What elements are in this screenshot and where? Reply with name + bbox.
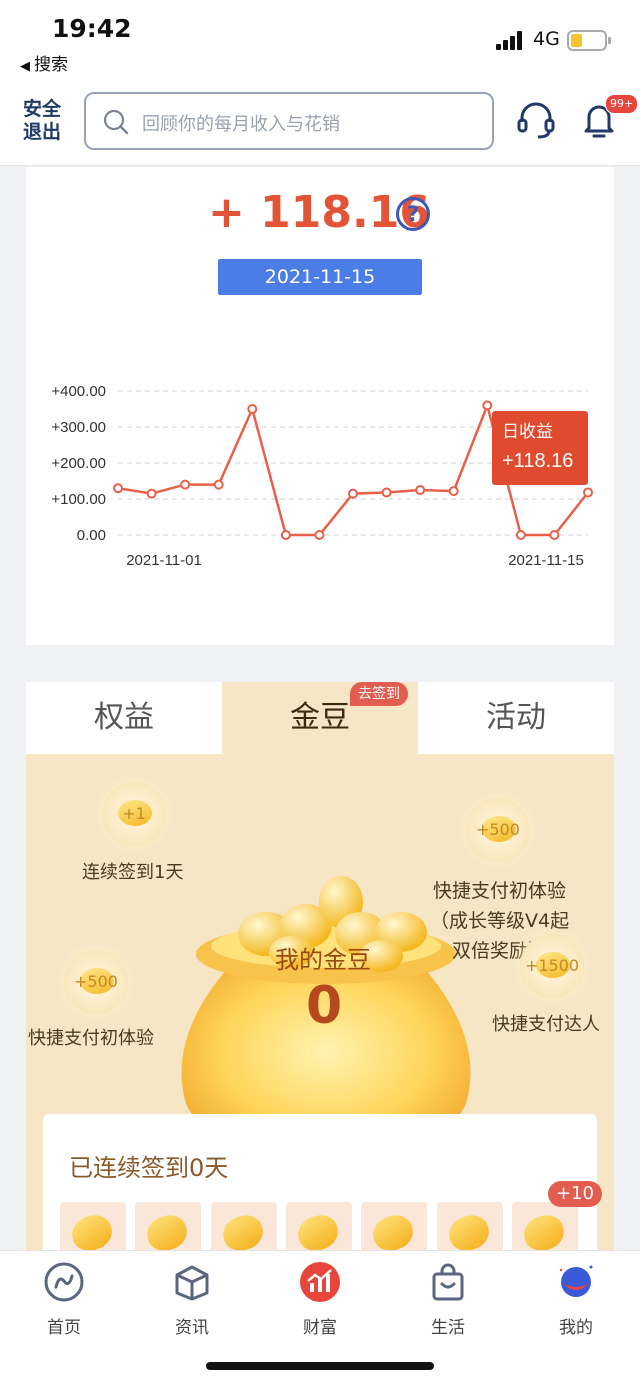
y-tick-label: 0.00 bbox=[77, 527, 106, 544]
status-time: 19:42 bbox=[52, 14, 132, 43]
search-icon bbox=[103, 109, 129, 135]
streak-bonus-badge: +10 bbox=[548, 1181, 602, 1207]
battery-icon bbox=[567, 30, 611, 51]
nav-mine[interactable]: 我的 bbox=[536, 1261, 616, 1338]
nav-mine-label: 我的 bbox=[559, 1318, 593, 1338]
data-point bbox=[213, 479, 224, 490]
help-icon[interactable]: ? bbox=[396, 197, 430, 231]
earnings-line-chart[interactable]: +400.00 +300.00 +200.00 +100.00 0.00 2021-11-… bbox=[26, 367, 614, 577]
home-indicator bbox=[206, 1362, 434, 1370]
planet-avatar-icon bbox=[559, 1265, 593, 1297]
selected-date[interactable]: 2021-11-15 bbox=[218, 259, 422, 295]
nav-life[interactable]: 生活 bbox=[408, 1261, 488, 1338]
nav-home[interactable]: 首页 bbox=[24, 1261, 104, 1338]
tab-activities[interactable]: 活动 bbox=[418, 682, 614, 754]
checkin-streak-card: 已连续签到0天 bbox=[43, 1114, 597, 1254]
data-point bbox=[448, 486, 459, 497]
data-point bbox=[314, 530, 325, 540]
shopping-bag-icon bbox=[432, 1263, 464, 1301]
checkin-day-5[interactable] bbox=[361, 1202, 427, 1254]
back-label: 搜索 bbox=[34, 55, 68, 75]
news-box-icon bbox=[175, 1265, 209, 1301]
data-point bbox=[381, 487, 392, 498]
home-icon bbox=[44, 1262, 84, 1302]
reward-label-quickpay-master: 快捷支付达人 bbox=[492, 1014, 600, 1035]
nav-home-label: 首页 bbox=[47, 1318, 81, 1338]
app-header: 安全退出 回顾你的每月收入与花销 99+ bbox=[0, 86, 640, 166]
y-tick-label: +100.00 bbox=[51, 491, 106, 508]
back-triangle-icon: ◀ bbox=[20, 59, 30, 74]
tab-benefits[interactable]: 权益 bbox=[26, 682, 222, 754]
reward-coin-quickpay-master[interactable]: +1500 bbox=[520, 934, 584, 998]
search-input[interactable]: 回顾你的每月收入与花销 bbox=[84, 92, 494, 150]
y-tick-label: +400.00 bbox=[51, 383, 106, 400]
customer-service-icon[interactable] bbox=[516, 100, 556, 140]
y-tick-label: +200.00 bbox=[51, 455, 106, 472]
data-point bbox=[247, 404, 258, 414]
nav-life-label: 生活 bbox=[431, 1318, 465, 1338]
data-point bbox=[482, 400, 493, 411]
nav-news-label: 资讯 bbox=[175, 1318, 209, 1338]
data-point bbox=[515, 530, 526, 540]
x-tick-label: 2021-11-15 bbox=[508, 552, 584, 569]
tooltip-value: +118.16 bbox=[502, 450, 573, 472]
reward-label-quickpay-trial: 快捷支付初体验 bbox=[28, 1028, 154, 1049]
status-bar: 19:42 ◀ 搜索 4G bbox=[0, 0, 640, 86]
data-point bbox=[180, 479, 191, 490]
y-tick-label: +300.00 bbox=[51, 419, 106, 436]
notification-badge: 99+ bbox=[605, 94, 639, 114]
streak-title: 已连续签到0天 bbox=[69, 1154, 229, 1182]
nav-news[interactable]: 资讯 bbox=[152, 1261, 232, 1338]
reward-label-checkin: 连续签到1天 bbox=[82, 862, 184, 883]
data-point bbox=[348, 488, 358, 499]
my-gold-beans-value: 0 bbox=[306, 976, 343, 1036]
logout-button[interactable]: 安全退出 bbox=[20, 98, 64, 144]
checkin-day-7[interactable] bbox=[512, 1202, 578, 1254]
wealth-chart-icon bbox=[300, 1262, 340, 1302]
sign-in-badge[interactable]: 去签到 bbox=[350, 682, 408, 706]
network-type: 4G bbox=[533, 28, 560, 50]
data-point bbox=[415, 485, 426, 495]
checkin-day-6[interactable] bbox=[437, 1202, 503, 1254]
nav-wealth[interactable]: 财富 bbox=[280, 1261, 360, 1338]
benefits-tabs: 权益 金豆 活动 bbox=[26, 682, 614, 754]
my-gold-beans-label: 我的金豆 bbox=[275, 946, 371, 974]
checkin-day-3[interactable] bbox=[211, 1202, 277, 1254]
reward-coin-quickpay-trial[interactable]: +500 bbox=[64, 950, 128, 1014]
back-to-search-link[interactable]: ◀ 搜索 bbox=[20, 50, 68, 75]
checkin-day-2[interactable] bbox=[135, 1202, 201, 1254]
data-point bbox=[583, 487, 593, 498]
reward-coin-checkin[interactable]: +1 bbox=[102, 782, 166, 846]
data-point bbox=[146, 488, 157, 499]
nav-wealth-label: 财富 bbox=[303, 1318, 337, 1338]
checkin-day-1[interactable] bbox=[60, 1202, 126, 1254]
data-point bbox=[113, 483, 123, 494]
data-point bbox=[280, 530, 291, 540]
gold-beans-panel: 我的金豆 0 +1 连续签到1天 +500 快捷支付初体验 （成长等级V4起 双… bbox=[26, 754, 614, 1254]
reward-coin-quickpay[interactable]: +500 bbox=[466, 798, 530, 862]
data-point bbox=[549, 530, 560, 540]
checkin-day-4[interactable] bbox=[286, 1202, 352, 1254]
search-placeholder: 回顾你的每月收入与花销 bbox=[142, 114, 340, 135]
signal-icon bbox=[496, 30, 524, 50]
earnings-card: + 118.16 ? 2021-11-15 +400.00 +300.00 +200… bbox=[26, 167, 614, 645]
x-tick-label: 2021-11-01 bbox=[126, 552, 202, 569]
tooltip-title: 日收益 bbox=[502, 422, 553, 442]
